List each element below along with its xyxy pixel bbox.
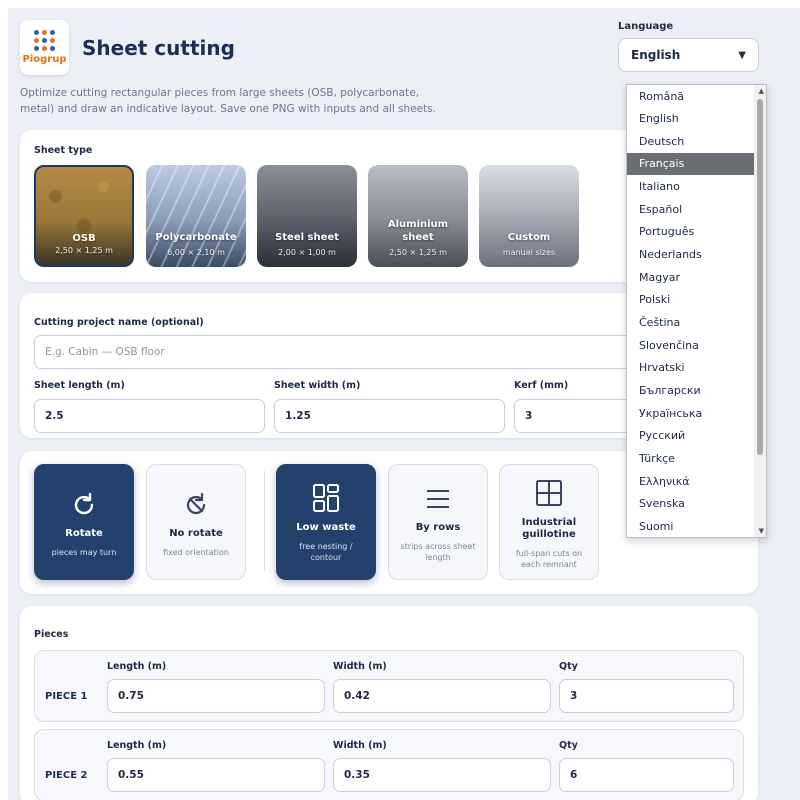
low-waste-option[interactable]: Low waste free nesting / contour [276, 464, 376, 580]
language-option[interactable]: Ελληνικά [627, 471, 755, 493]
scrollbar-thumb[interactable] [757, 99, 763, 455]
piece-width-label: Width (m) [333, 661, 387, 672]
rotate-icon [35, 491, 133, 521]
tile-name: OSB [72, 233, 96, 244]
pieces-label: Pieces [34, 629, 69, 640]
rows-icon [389, 487, 487, 517]
page-title: Sheet cutting [82, 36, 235, 60]
sheet-type-label: Sheet type [34, 145, 93, 156]
option-desc: free nesting / contour [299, 542, 353, 562]
option-name: By rows [415, 522, 461, 533]
language-option[interactable]: Nederlands [627, 244, 755, 266]
language-option[interactable]: Español [627, 199, 755, 221]
language-option[interactable]: Română [627, 86, 755, 108]
tile-dims: 2,50 × 1,25 m [389, 248, 447, 257]
dropdown-scrollbar[interactable]: ▲ ▼ [754, 85, 766, 537]
piece-width-input[interactable]: 0.35 [333, 758, 551, 792]
piece-width-label: Width (m) [333, 740, 387, 751]
tile-dims: 6,00 × 2,10 m [167, 248, 225, 257]
sheet-tile-polycarbonate[interactable]: Polycarbonate 6,00 × 2,10 m [146, 165, 246, 267]
sheet-length-label: Sheet length (m) [34, 380, 125, 391]
language-option[interactable]: Čeština [627, 312, 755, 334]
option-desc: strips across sheet length [400, 542, 476, 562]
language-option[interactable]: Türkçe [627, 448, 755, 470]
piece-length-label: Length (m) [107, 661, 167, 672]
language-option[interactable]: English [627, 108, 755, 130]
piece-row: PIECE 2 Length (m) 0.55 Width (m) 0.35 Q… [34, 729, 744, 800]
guillotine-option[interactable]: Industrial guillotine full-span cuts on … [499, 464, 599, 580]
language-dropdown-list[interactable]: Română English Deutsch Français Italiano… [626, 84, 767, 538]
sheet-width-label: Sheet width (m) [274, 380, 361, 391]
kerf-label: Kerf (mm) [514, 380, 569, 391]
language-option[interactable]: Suomi [627, 516, 755, 537]
piece-qty-input[interactable]: 3 [559, 679, 734, 713]
option-name: Industrial guillotine [521, 517, 577, 540]
language-option[interactable]: Українська [627, 403, 755, 425]
language-option[interactable]: Polski [627, 289, 755, 311]
rotate-option[interactable]: Rotate pieces may turn [34, 464, 134, 580]
option-name: Rotate [65, 528, 103, 539]
piece-qty-label: Qty [559, 740, 578, 751]
logo-text: Piogrup [22, 54, 67, 65]
sheet-tile-osb[interactable]: OSB 2,50 × 1,25 m [34, 165, 134, 267]
language-option[interactable]: Slovenčina [627, 335, 755, 357]
language-option-highlighted[interactable]: Français [627, 153, 755, 175]
language-label: Language [618, 21, 674, 32]
language-selected-value: English [631, 48, 681, 62]
language-option[interactable]: Magyar [627, 267, 755, 289]
tile-dims: 2,00 × 1,00 m [278, 248, 336, 257]
scroll-up-icon[interactable]: ▲ [759, 87, 764, 95]
language-select[interactable]: English ▼ [618, 38, 759, 72]
piece-width-input[interactable]: 0.42 [333, 679, 551, 713]
tile-dims: 2,50 × 1,25 m [55, 246, 113, 255]
language-option[interactable]: Hrvatski [627, 357, 755, 379]
piece-qty-input[interactable]: 6 [559, 758, 734, 792]
piece-qty-label: Qty [559, 661, 578, 672]
language-option[interactable]: Italiano [627, 176, 755, 198]
tile-name: Aluminium sheet [387, 219, 449, 243]
piece-length-label: Length (m) [107, 740, 167, 751]
piece-length-input[interactable]: 0.55 [107, 758, 325, 792]
sheet-width-input[interactable]: 1.25 [274, 399, 505, 433]
option-name: No rotate [169, 528, 223, 539]
sheet-tile-custom[interactable]: Custom manual sizes [479, 165, 579, 267]
chevron-down-icon: ▼ [738, 49, 746, 61]
piece-row: PIECE 1 Length (m) 0.75 Width (m) 0.42 Q… [34, 650, 744, 722]
grid-layout-icon [277, 483, 375, 513]
sheet-length-input[interactable]: 2.5 [34, 399, 265, 433]
guillotine-grid-icon [500, 479, 598, 509]
option-desc: pieces may turn [51, 548, 117, 557]
tile-dims: manual sizes [502, 248, 556, 257]
piogrup-logo: Piogrup [20, 20, 69, 75]
language-option[interactable]: Български [627, 380, 755, 402]
page-subtitle: Optimize cutting rectangular pieces from… [20, 87, 437, 115]
scroll-down-icon[interactable]: ▼ [759, 527, 764, 535]
no-rotate-option[interactable]: No rotate fixed orientation [146, 464, 246, 580]
tile-name: Custom [507, 232, 551, 243]
logo-dots-icon [34, 30, 55, 51]
language-option[interactable]: Deutsch [627, 131, 755, 153]
piece-title: PIECE 1 [45, 691, 88, 702]
options-divider [264, 471, 265, 571]
tile-name: Polycarbonate [155, 232, 237, 243]
sheet-tile-steel[interactable]: Steel sheet 2,00 × 1,00 m [257, 165, 357, 267]
no-rotate-icon [147, 491, 245, 521]
pieces-card: Pieces PIECE 1 Length (m) 0.75 Width (m)… [20, 606, 758, 800]
option-name: Low waste [296, 522, 356, 533]
piece-title: PIECE 2 [45, 770, 88, 781]
by-rows-option[interactable]: By rows strips across sheet length [388, 464, 488, 580]
option-desc: full-span cuts on each remnant [515, 549, 583, 569]
sheet-tile-aluminium[interactable]: Aluminium sheet 2,50 × 1,25 m [368, 165, 468, 267]
project-name-label: Cutting project name (optional) [34, 317, 204, 328]
option-desc: fixed orientation [163, 548, 229, 557]
tile-name: Steel sheet [275, 232, 339, 243]
language-option[interactable]: Русский [627, 425, 755, 447]
language-option[interactable]: Svenska [627, 493, 755, 515]
language-option[interactable]: Português [627, 221, 755, 243]
piece-length-input[interactable]: 0.75 [107, 679, 325, 713]
